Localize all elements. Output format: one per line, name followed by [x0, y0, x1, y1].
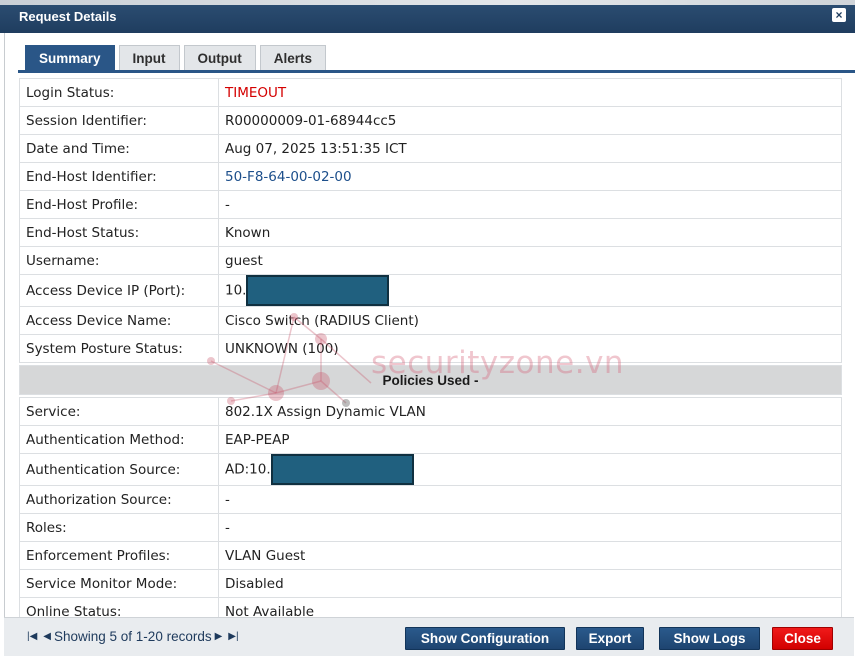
posture-value: UNKNOWN (100)	[218, 334, 842, 363]
policies-header: Policies Used -	[19, 365, 842, 395]
field-label: Authentication Method:	[19, 425, 219, 454]
pager-text: Showing 5 of 1-20 records	[54, 629, 212, 644]
endhost-profile-value: -	[218, 190, 842, 219]
service-value: 802.1X Assign Dynamic VLAN	[218, 397, 842, 426]
username-value: guest	[218, 246, 842, 275]
background-strip	[0, 0, 855, 5]
field-label: Roles:	[19, 513, 219, 542]
section-header: Policies Used -	[19, 365, 842, 395]
table-row: Service: 802.1X Assign Dynamic VLAN	[19, 397, 842, 426]
auth-method-value: EAP-PEAP	[218, 425, 842, 454]
table-row: Authentication Source: AD:10.	[19, 453, 842, 486]
tab-output[interactable]: Output	[183, 45, 256, 71]
roles-value: -	[218, 513, 842, 542]
first-page-icon[interactable]: |◀	[27, 631, 37, 642]
pager: |◀ ◀ Showing 5 of 1-20 records ▶ ▶|	[24, 629, 242, 644]
tab-summary[interactable]: Summary	[25, 45, 115, 71]
table-row: Service Monitor Mode: Disabled	[19, 569, 842, 598]
table-row: Date and Time: Aug 07, 2025 13:51:35 ICT	[19, 134, 842, 163]
table-row: End-Host Profile: -	[19, 190, 842, 219]
table-row: Access Device Name: Cisco Switch (RADIUS…	[19, 306, 842, 335]
tab-input[interactable]: Input	[118, 45, 180, 71]
field-label: Access Device Name:	[19, 306, 219, 335]
tab-underline	[18, 70, 855, 73]
field-label: End-Host Identifier:	[19, 162, 219, 191]
field-label: Date and Time:	[19, 134, 219, 163]
table-row: End-Host Status: Known	[19, 218, 842, 247]
field-label: End-Host Profile:	[19, 190, 219, 219]
close-icon[interactable]: ×	[832, 8, 846, 22]
table-row: System Posture Status: UNKNOWN (100)	[19, 334, 842, 363]
table-row: Username: guest	[19, 246, 842, 275]
show-logs-button[interactable]: Show Logs	[659, 627, 760, 650]
field-label: Authentication Source:	[19, 453, 219, 486]
field-label: Username:	[19, 246, 219, 275]
date-time-value: Aug 07, 2025 13:51:35 ICT	[218, 134, 842, 163]
endhost-id-link[interactable]: 50-F8-64-00-02-00	[218, 162, 842, 191]
access-device-ip-value: 10.	[225, 282, 247, 299]
table-row: Authorization Source: -	[19, 485, 842, 514]
access-device-ip-cell: 10.	[218, 274, 842, 307]
monitor-mode-value: Disabled	[218, 569, 842, 598]
details-table: Login Status: TIMEOUT Session Identifier…	[19, 78, 842, 626]
table-row: Login Status: TIMEOUT	[19, 78, 842, 107]
access-device-name-value: Cisco Switch (RADIUS Client)	[218, 306, 842, 335]
table-row: Authentication Method: EAP-PEAP	[19, 425, 842, 454]
endhost-status-value: Known	[218, 218, 842, 247]
field-label: Login Status:	[19, 78, 219, 107]
dialog-content: Summary Input Output Alerts Login Status…	[4, 33, 855, 656]
auth-source-value: AD:10.	[225, 461, 271, 478]
field-label: Service Monitor Mode:	[19, 569, 219, 598]
redaction-box	[246, 275, 390, 306]
auth-source-cell: AD:10.	[218, 453, 842, 486]
close-button[interactable]: Close	[772, 627, 833, 650]
login-status-value: TIMEOUT	[218, 78, 842, 107]
field-label: System Posture Status:	[19, 334, 219, 363]
field-label: Access Device IP (Port):	[19, 274, 219, 307]
last-page-icon[interactable]: ▶|	[228, 631, 238, 642]
table-row: Access Device IP (Port): 10.	[19, 274, 842, 307]
table-row: Enforcement Profiles: VLAN Guest	[19, 541, 842, 570]
export-button[interactable]: Export	[576, 627, 644, 650]
show-configuration-button[interactable]: Show Configuration	[405, 627, 565, 650]
authz-source-value: -	[218, 485, 842, 514]
next-page-icon[interactable]: ▶	[215, 631, 223, 642]
table-row: End-Host Identifier: 50-F8-64-00-02-00	[19, 162, 842, 191]
field-label: Enforcement Profiles:	[19, 541, 219, 570]
redaction-box	[270, 454, 414, 485]
field-label: Authorization Source:	[19, 485, 219, 514]
field-label: End-Host Status:	[19, 218, 219, 247]
tab-bar: Summary Input Output Alerts	[25, 45, 330, 71]
session-id-value: R00000009-01-68944cc5	[218, 106, 842, 135]
prev-page-icon[interactable]: ◀	[43, 631, 51, 642]
field-label: Service:	[19, 397, 219, 426]
table-row: Roles: -	[19, 513, 842, 542]
dialog-footer: |◀ ◀ Showing 5 of 1-20 records ▶ ▶| Show…	[4, 617, 854, 656]
tab-alerts[interactable]: Alerts	[259, 45, 327, 71]
table-row: Session Identifier: R00000009-01-68944cc…	[19, 106, 842, 135]
field-label: Session Identifier:	[19, 106, 219, 135]
dialog-titlebar: Request Details ×	[0, 0, 855, 33]
dialog-title: Request Details	[19, 9, 117, 24]
enforcement-value: VLAN Guest	[218, 541, 842, 570]
